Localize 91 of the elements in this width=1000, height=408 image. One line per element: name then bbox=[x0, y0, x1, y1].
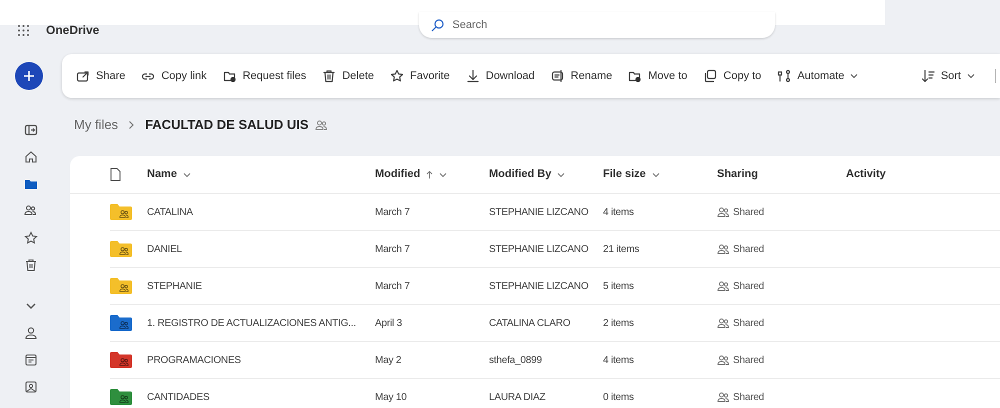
people-icon bbox=[717, 206, 730, 218]
chevron-down-icon bbox=[652, 172, 660, 178]
sharing-status: Shared bbox=[733, 390, 764, 404]
modified-date: March 7 bbox=[375, 206, 410, 220]
toolbar-button[interactable]: Request files bbox=[222, 62, 306, 90]
sharing-status: Shared bbox=[733, 354, 764, 368]
modified-date: April 3 bbox=[375, 316, 402, 330]
toolbar-button[interactable]: Copy to bbox=[703, 62, 762, 90]
chevron-down-icon bbox=[557, 172, 566, 178]
star-icon bbox=[24, 231, 38, 245]
chevron-down-icon bbox=[850, 73, 858, 79]
person-icon bbox=[24, 326, 38, 340]
people-icon bbox=[717, 280, 730, 292]
search-icon bbox=[431, 18, 444, 32]
search-field[interactable]: Search bbox=[419, 12, 776, 38]
file-size: 5 items bbox=[603, 280, 634, 294]
sort-icon bbox=[920, 69, 935, 83]
modified-by: sthefa_0899 bbox=[489, 354, 542, 368]
modified-date: May 2 bbox=[375, 354, 402, 368]
modified-date: March 7 bbox=[375, 242, 410, 256]
sort-button[interactable]: Sort bbox=[920, 62, 975, 90]
plus-icon bbox=[23, 70, 35, 82]
folder-name[interactable]: 1. REGISTRO DE ACTUALIZACIONES ANTIG... bbox=[147, 316, 356, 330]
people-icon bbox=[24, 204, 38, 218]
toolbar-button[interactable]: Copy link bbox=[141, 62, 207, 90]
file-size: 4 items bbox=[603, 206, 634, 220]
chevron-down-icon bbox=[439, 172, 448, 178]
breadcrumb-link[interactable]: My files bbox=[74, 115, 118, 135]
folder-icon bbox=[628, 69, 642, 83]
folder-name[interactable]: STEPHANIE bbox=[147, 278, 202, 294]
share-icon bbox=[76, 69, 90, 83]
photo-icon bbox=[24, 380, 38, 394]
folder-title: FACULTAD DE SALUD UIS bbox=[145, 116, 309, 134]
copy-icon bbox=[703, 69, 718, 83]
modified-by: STEPHANIE LIZCANO bbox=[489, 206, 588, 220]
file-size: 21 items bbox=[603, 242, 640, 256]
file-size: 4 items bbox=[603, 354, 634, 368]
add-button[interactable] bbox=[15, 62, 43, 90]
toolbar-button[interactable]: Download bbox=[466, 62, 535, 90]
column-header[interactable]: Sharing bbox=[717, 166, 758, 183]
modified-by: CATALINA CLARO bbox=[489, 316, 570, 330]
toolbar-button[interactable]: Move to bbox=[628, 62, 688, 90]
column-header[interactable]: Activity bbox=[846, 166, 886, 183]
sort-up-icon bbox=[426, 170, 434, 179]
folder-name[interactable]: CANTIDADES bbox=[147, 390, 210, 404]
people-icon bbox=[717, 354, 730, 366]
toolbar-button[interactable]: Delete bbox=[322, 62, 374, 90]
modified-by: STEPHANIE LIZCANO bbox=[489, 242, 588, 256]
modified-by: STEPHANIE LIZCANO bbox=[489, 280, 588, 294]
download-icon bbox=[466, 69, 480, 83]
toolbar-button[interactable]: Favorite bbox=[390, 62, 450, 90]
folder-name[interactable]: DANIEL bbox=[147, 242, 182, 256]
star-icon bbox=[390, 69, 404, 83]
app-launcher-icon bbox=[16, 24, 30, 36]
trash-icon bbox=[322, 69, 336, 83]
people-icon bbox=[717, 391, 730, 403]
toolbar-button[interactable]: Share bbox=[76, 62, 126, 90]
sharing-status: Shared bbox=[733, 206, 764, 220]
people-icon bbox=[314, 119, 328, 131]
file-icon bbox=[110, 168, 121, 181]
toolbar-button[interactable]: Rename bbox=[550, 62, 612, 90]
folder-icon bbox=[222, 69, 237, 83]
people-icon bbox=[717, 243, 730, 255]
folder-icon bbox=[24, 177, 38, 191]
file-size: 2 items bbox=[603, 316, 634, 330]
home-icon bbox=[24, 150, 38, 164]
people-icon bbox=[717, 317, 730, 329]
chevron-right-icon bbox=[128, 120, 136, 130]
modified-date: May 10 bbox=[375, 390, 407, 404]
column-header[interactable]: Name bbox=[147, 166, 191, 183]
sharing-status: Shared bbox=[733, 316, 764, 330]
toolbar-button[interactable]: Automate bbox=[777, 62, 858, 90]
search-input[interactable]: Search bbox=[452, 16, 764, 34]
modified-date: March 7 bbox=[375, 280, 410, 294]
rename-icon bbox=[550, 69, 565, 83]
folder-name[interactable]: CATALINA bbox=[147, 204, 193, 220]
column-header[interactable]: Modified bbox=[375, 166, 448, 183]
flow-icon bbox=[777, 69, 792, 83]
column-header[interactable]: File size bbox=[603, 166, 660, 183]
trash-icon bbox=[24, 258, 38, 272]
modified-by: LAURA DIAZ bbox=[489, 390, 546, 404]
chevron-down-icon bbox=[182, 172, 191, 178]
sharing-status: Shared bbox=[733, 280, 764, 294]
folder-name[interactable]: PROGRAMACIONES bbox=[147, 352, 241, 368]
calendar-icon bbox=[24, 353, 38, 367]
app-title: OneDrive bbox=[46, 22, 100, 39]
sharing-status: Shared bbox=[733, 242, 764, 256]
chevron-down-icon bbox=[967, 73, 975, 79]
column-header[interactable]: Modified By bbox=[489, 166, 566, 183]
panel-icon bbox=[24, 123, 38, 137]
file-size: 0 items bbox=[603, 390, 634, 404]
